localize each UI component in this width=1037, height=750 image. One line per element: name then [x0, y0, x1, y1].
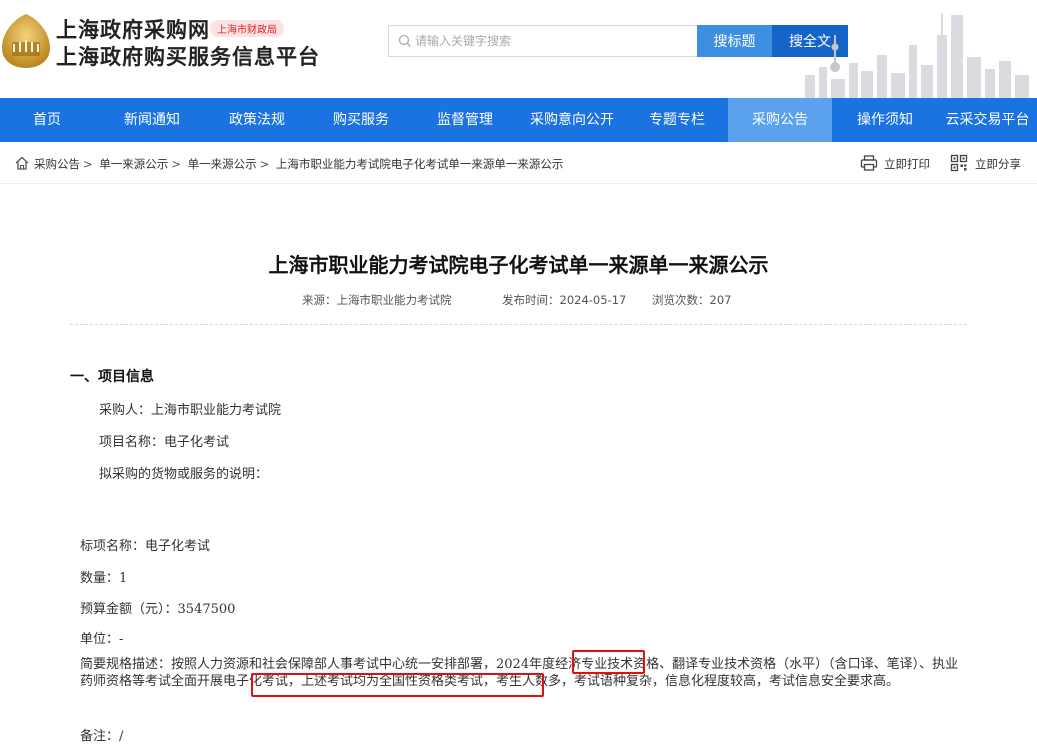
article-title: 上海市职业能力考试院电子化考试单一来源单一来源公示 [268, 253, 769, 277]
field-unit: 单位：- [80, 632, 124, 647]
search-input[interactable] [415, 26, 685, 56]
field-goods-description: 拟采购的货物或服务的说明： [99, 467, 269, 482]
printer-icon[interactable] [860, 154, 878, 172]
field-quantity: 数量：1 [80, 571, 128, 586]
breadcrumb-item[interactable]: 采购公告 [34, 157, 80, 171]
article-source: 来源：上海市职业能力考试院 [302, 293, 452, 307]
search-icon [398, 34, 411, 47]
field-project-name: 项目名称：电子化考试 [99, 435, 230, 450]
site-header: 上海政府采购网 上海市财政局 上海政府购买服务信息平台 搜标题 搜全文 [0, 0, 1037, 98]
breadcrumb-item[interactable]: 单一来源公示 [99, 157, 168, 171]
nav-item-procurement-intent[interactable]: 采购意向公开 [518, 98, 626, 142]
breadcrumb-current: 上海市职业能力考试院电子化考试单一来源单一来源公示 [275, 157, 564, 171]
article-view-count: 浏览次数：207 [652, 293, 732, 307]
title-divider [70, 324, 967, 325]
qr-code-icon[interactable] [950, 154, 968, 172]
highlight-box-exam-scope [251, 673, 544, 697]
brand-badge: 上海市财政局 [210, 20, 284, 37]
nav-item-instructions[interactable]: 操作须知 [838, 98, 932, 142]
nav-item-special-topics[interactable]: 专题专栏 [630, 98, 724, 142]
breadcrumb: 采购公告 > 单一来源公示 > 单一来源公示 > 上海市职业能力考试院电子化考试单一来… [34, 156, 563, 172]
field-remarks: 备注：/ [80, 729, 124, 744]
home-icon[interactable] [14, 155, 30, 171]
share-button[interactable]: 立即分享 [975, 156, 1021, 172]
breadcrumb-separator: > [83, 157, 93, 171]
nav-item-policy[interactable]: 政策法规 [210, 98, 304, 142]
city-skyline-illustration [805, 13, 1029, 98]
section-heading-project-info: 一、项目信息 [70, 369, 154, 385]
site-logo-icon[interactable] [0, 12, 52, 70]
highlight-box-year [572, 650, 645, 674]
nav-item-procurement-notice[interactable]: 采购公告 [728, 98, 832, 142]
breadcrumb-separator: > [259, 157, 270, 171]
search-title-button[interactable]: 搜标题 [697, 25, 772, 57]
field-purchaser: 采购人：上海市职业能力考试院 [99, 403, 282, 418]
nav-item-home[interactable]: 首页 [0, 98, 94, 142]
article-publish-time: 发布时间：2024-05-17 [502, 293, 627, 307]
nav-item-purchase-service[interactable]: 购买服务 [314, 98, 408, 142]
nav-item-cloud-trading[interactable]: 云采交易平台 [938, 98, 1037, 142]
brand-title-secondary[interactable]: 上海政府购买服务信息平台 [56, 41, 320, 71]
field-budget: 预算金额（元）：3547500 [80, 602, 236, 617]
nav-item-news[interactable]: 新闻通知 [104, 98, 200, 142]
main-nav: 首页 新闻通知 政策法规 购买服务 监督管理 采购意向公开 专题专栏 采购公告 … [0, 98, 1037, 142]
breadcrumb-item[interactable]: 单一来源公示 [188, 157, 257, 171]
brand-title-primary[interactable]: 上海政府采购网 [56, 14, 210, 44]
nav-item-supervision[interactable]: 监督管理 [418, 98, 512, 142]
search-box [388, 25, 697, 57]
print-button[interactable]: 立即打印 [884, 156, 930, 172]
field-lot-name: 标项名称：电子化考试 [80, 539, 211, 554]
breadcrumb-separator: > [171, 157, 181, 171]
